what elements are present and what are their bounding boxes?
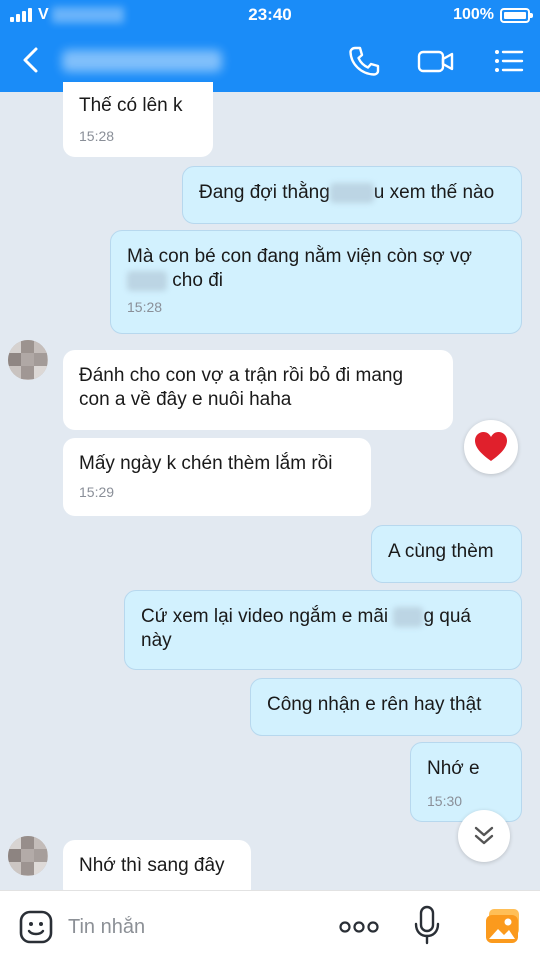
message-bubble-sent[interactable]: A cùng thèm [371,525,522,583]
message-text: Nhớ e [427,758,480,779]
message-text: này [141,630,172,651]
top-bar: V 23:40 100% [0,0,540,92]
microphone-icon[interactable] [412,905,442,945]
video-camera-icon[interactable] [416,44,456,78]
message-text: con a về đây e nuôi haha [79,389,292,410]
scroll-down-button[interactable] [458,810,510,862]
battery-icon [500,8,533,23]
message-text: g quá [423,606,471,627]
phone-icon[interactable] [346,44,382,78]
chevron-left-icon[interactable] [16,44,48,76]
message-bubble-received[interactable]: Đánh cho con vợ a trận rồi bỏ đi mang co… [63,350,453,430]
message-text: Thế có lên k [79,95,183,116]
message-bubble-received[interactable]: Mấy ngày k chén thèm lắm rồi 15:29 [63,438,371,516]
sticker-icon[interactable] [18,909,54,945]
message-bubble-sent[interactable]: Cứ xem lại video ngắm e mãi g quá này [124,590,522,670]
redacted-text [329,182,374,203]
message-text: Nhớ thì sang đây [79,855,225,876]
message-text: Cứ xem lại video ngắm e mãi [141,606,389,627]
message-time: 15:28 [127,299,163,315]
message-text: Mà con bé con đang nằm viện còn sợ vợ [127,246,472,267]
message-bubble-sent[interactable]: Mà con bé con đang nằm viện còn sợ vợ ch… [110,230,522,334]
message-time: 15:28 [79,128,115,144]
message-input-bar [0,890,540,960]
message-text: Mấy ngày k chén thèm lắm rồi [79,453,333,474]
message-text: Đánh cho con vợ a trận rồi bỏ đi mang [79,365,404,386]
heart-icon [475,432,507,461]
reaction-button[interactable] [464,420,518,474]
message-text: A cùng thèm [388,541,494,562]
double-chevron-down-icon [474,826,494,845]
message-input[interactable] [68,909,318,945]
list-menu-icon[interactable] [490,44,526,78]
message-time: 15:29 [79,484,115,500]
image-gallery-icon[interactable] [484,907,522,945]
message-text: cho đi [172,270,223,291]
redacted-text [127,270,167,291]
message-text: Công nhận e rên hay thật [267,694,482,715]
status-bar: V 23:40 100% [0,0,540,32]
message-bubble-sent[interactable]: Đang đợi thằng u xem thế nào [182,166,522,224]
message-text: Đang đợi thằng [199,182,330,203]
contact-name-redacted[interactable] [62,50,222,72]
avatar[interactable] [8,340,48,380]
battery-percent: 100% [453,6,494,23]
message-time: 15:30 [427,793,463,809]
message-bubble-received[interactable]: Thế có lên k 15:28 [63,82,213,157]
redacted-text [393,606,424,627]
avatar[interactable] [8,836,48,876]
message-text: u xem thế nào [373,182,495,203]
message-bubble-sent[interactable]: Công nhận e rên hay thật [250,678,522,736]
message-bubble-sent[interactable]: Nhớ e 15:30 [410,742,522,822]
more-options-icon[interactable] [338,913,380,941]
